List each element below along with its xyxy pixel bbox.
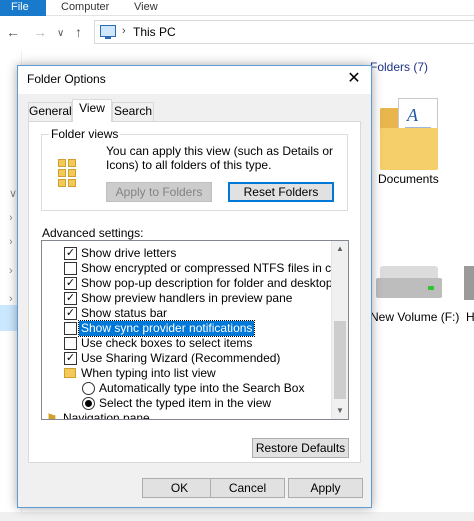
dialog-titlebar[interactable]: Folder Options ✕: [18, 66, 371, 94]
view-tab-panel: Folder views You can apply this view (su…: [28, 121, 361, 463]
folder-views-group: Folder views You can apply this view (su…: [41, 127, 348, 211]
checkbox-checked[interactable]: ✓: [64, 307, 77, 320]
checkbox-checked[interactable]: ✓: [64, 292, 77, 305]
setting-show-popup-description[interactable]: ✓ Show pop-up description for folder and…: [42, 276, 348, 291]
ribbon-tab-view[interactable]: View: [134, 0, 158, 14]
forward-arrow-icon[interactable]: →: [33, 24, 47, 40]
tab-general[interactable]: General: [28, 102, 72, 121]
content-area: Folders (7) A Documents New Volume (F:) …: [370, 50, 474, 521]
checkbox-unchecked[interactable]: [64, 262, 77, 275]
setting-show-sync-provider-notifications[interactable]: Show sync provider notifications: [42, 320, 332, 337]
vertical-scrollbar[interactable]: ▲ ▼: [331, 241, 348, 419]
cancel-button[interactable]: Cancel: [210, 478, 285, 498]
address-bar[interactable]: › This PC: [94, 20, 474, 44]
checkbox-unchecked[interactable]: [64, 322, 77, 335]
scrollbar-thumb[interactable]: [334, 321, 346, 399]
drive-label-partial[interactable]: H: [466, 310, 474, 324]
checkbox-checked[interactable]: ✓: [64, 247, 77, 260]
close-icon[interactable]: ✕: [337, 66, 371, 94]
status-strip: [0, 512, 474, 521]
radio-selected[interactable]: [82, 397, 95, 410]
recent-locations-chevron-icon[interactable]: ∨: [57, 26, 64, 42]
expand-chevron-icon[interactable]: ›: [9, 212, 13, 224]
documents-folder-label[interactable]: Documents: [378, 172, 439, 186]
up-arrow-icon[interactable]: ↑: [75, 24, 82, 40]
setting-use-check-boxes[interactable]: Use check boxes to select items: [42, 336, 332, 351]
breadcrumb-this-pc[interactable]: This PC: [133, 25, 176, 39]
expand-chevron-icon[interactable]: ∨: [9, 187, 17, 200]
folder-views-description: You can apply this view (such as Details…: [106, 144, 334, 172]
ribbon-tab-computer[interactable]: Computer: [61, 0, 109, 14]
dialog-title: Folder Options: [27, 72, 106, 86]
breadcrumb-separator-icon[interactable]: ›: [122, 25, 126, 37]
advanced-settings-list[interactable]: ✓ Show drive letters Show encrypted or c…: [41, 240, 349, 420]
setting-group-navigation-pane[interactable]: ⚑ Navigation pane: [42, 411, 332, 420]
setting-group-typing-list-view[interactable]: When typing into list view: [42, 366, 332, 381]
setting-show-status-bar[interactable]: ✓ Show status bar: [42, 306, 332, 321]
checkbox-unchecked[interactable]: [64, 337, 77, 350]
reset-folders-button[interactable]: Reset Folders: [228, 182, 334, 202]
folder-options-dialog: Folder Options ✕ General View Search Fol…: [17, 65, 372, 508]
radio-unselected[interactable]: [82, 382, 95, 395]
computer-icon: [100, 25, 116, 37]
setting-show-preview-handlers[interactable]: ✓ Show preview handlers in preview pane: [42, 291, 332, 306]
folder-views-icon: [58, 159, 86, 189]
scroll-down-arrow-icon[interactable]: ▼: [332, 403, 348, 419]
expand-chevron-icon[interactable]: ›: [9, 265, 13, 277]
expand-chevron-icon[interactable]: ›: [9, 293, 13, 305]
folders-group-header[interactable]: Folders (7): [370, 60, 428, 74]
setting-use-sharing-wizard[interactable]: ✓ Use Sharing Wizard (Recommended): [42, 351, 332, 366]
apply-button[interactable]: Apply: [288, 478, 363, 498]
hard-drive-icon[interactable]: [376, 266, 442, 300]
ribbon-tab-file[interactable]: File: [0, 0, 46, 16]
ribbon: File Computer View: [0, 0, 474, 16]
hard-drive-icon[interactable]: [464, 266, 474, 300]
apply-to-folders-button[interactable]: Apply to Folders: [106, 182, 212, 202]
setting-auto-type-search-box[interactable]: Automatically type into the Search Box: [42, 381, 332, 396]
folder-icon: [64, 368, 76, 378]
tab-view[interactable]: View: [72, 99, 112, 122]
advanced-settings-label: Advanced settings:: [42, 226, 144, 240]
back-arrow-icon[interactable]: ←: [6, 24, 20, 40]
setting-select-typed-item[interactable]: Select the typed item in the view: [42, 396, 332, 411]
ok-button[interactable]: OK: [142, 478, 217, 498]
navigation-pane-icon: ⚑: [46, 411, 58, 420]
checkbox-checked[interactable]: ✓: [64, 352, 77, 365]
restore-defaults-button[interactable]: Restore Defaults: [252, 438, 349, 458]
drive-label[interactable]: New Volume (F:): [370, 310, 459, 324]
expand-chevron-icon[interactable]: ›: [9, 236, 13, 248]
documents-folder-icon[interactable]: A: [380, 98, 444, 170]
tab-search[interactable]: Search: [112, 102, 154, 121]
setting-show-drive-letters[interactable]: ✓ Show drive letters: [42, 246, 332, 261]
setting-show-encrypted-ntfs[interactable]: Show encrypted or compressed NTFS files …: [42, 261, 348, 276]
checkbox-checked[interactable]: ✓: [64, 277, 77, 290]
folder-views-label: Folder views: [49, 127, 121, 141]
scroll-up-arrow-icon[interactable]: ▲: [332, 241, 348, 257]
